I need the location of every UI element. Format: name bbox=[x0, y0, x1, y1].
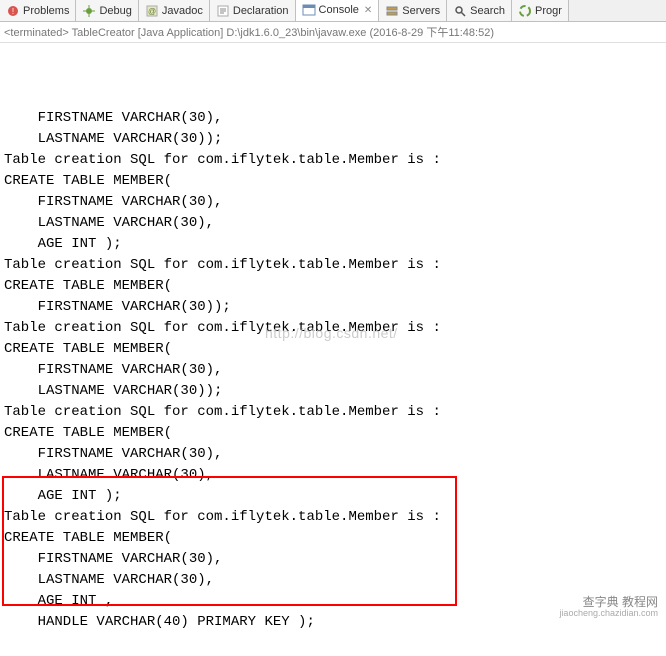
console-line: LASTNAME VARCHAR(30)); bbox=[0, 129, 666, 150]
console-line: Table creation SQL for com.iflytek.table… bbox=[0, 507, 666, 528]
tab-servers[interactable]: Servers bbox=[379, 0, 447, 22]
console-line: LASTNAME VARCHAR(30)); bbox=[0, 381, 666, 402]
console-line: CREATE TABLE MEMBER( bbox=[0, 171, 666, 192]
svg-text:@: @ bbox=[148, 7, 156, 16]
javadoc-icon: @ bbox=[145, 4, 159, 18]
console-line: FIRSTNAME VARCHAR(30), bbox=[0, 549, 666, 570]
tab-console[interactable]: Console ✕ bbox=[296, 0, 380, 22]
declaration-icon bbox=[216, 4, 230, 18]
servers-icon bbox=[385, 4, 399, 18]
tab-label: Console bbox=[319, 4, 359, 16]
console-line: FIRSTNAME VARCHAR(30), bbox=[0, 444, 666, 465]
progress-icon bbox=[518, 4, 532, 18]
console-line: AGE INT ); bbox=[0, 234, 666, 255]
tab-declaration[interactable]: Declaration bbox=[210, 0, 296, 22]
debug-icon bbox=[82, 4, 96, 18]
tab-label: Debug bbox=[99, 5, 131, 17]
close-icon[interactable]: ✕ bbox=[364, 5, 372, 16]
console-line: LASTNAME VARCHAR(30), bbox=[0, 465, 666, 486]
console-line: CREATE TABLE MEMBER( bbox=[0, 339, 666, 360]
view-tab-bar: ! Problems Debug @ Javadoc Declaration Console… bbox=[0, 0, 666, 22]
tab-label: Declaration bbox=[233, 5, 289, 17]
tab-javadoc[interactable]: @ Javadoc bbox=[139, 0, 210, 22]
tab-problems[interactable]: ! Problems bbox=[0, 0, 76, 22]
footer-watermark: 查字典 教程网 jiaocheng.chazidian.com bbox=[559, 596, 658, 619]
console-line: FIRSTNAME VARCHAR(30)); bbox=[0, 297, 666, 318]
problems-icon: ! bbox=[6, 4, 20, 18]
console-line: LASTNAME VARCHAR(30), bbox=[0, 213, 666, 234]
tab-label: Progr bbox=[535, 5, 562, 17]
tab-progr[interactable]: Progr bbox=[512, 0, 569, 22]
tab-label: Search bbox=[470, 5, 505, 17]
console-line: Table creation SQL for com.iflytek.table… bbox=[0, 318, 666, 339]
console-line: Table creation SQL for com.iflytek.table… bbox=[0, 255, 666, 276]
search-icon bbox=[453, 4, 467, 18]
console-output: http://blog.csdn.net/ FIRSTNAME VARCHAR(… bbox=[0, 43, 666, 656]
console-status-line: <terminated> TableCreator [Java Applicat… bbox=[0, 22, 666, 43]
tab-label: Javadoc bbox=[162, 5, 203, 17]
tab-search[interactable]: Search bbox=[447, 0, 512, 22]
console-line: AGE INT ); bbox=[0, 486, 666, 507]
console-line: FIRSTNAME VARCHAR(30), bbox=[0, 192, 666, 213]
console-line: CREATE TABLE MEMBER( bbox=[0, 276, 666, 297]
console-line: CREATE TABLE MEMBER( bbox=[0, 528, 666, 549]
tab-debug[interactable]: Debug bbox=[76, 0, 138, 22]
console-line: LASTNAME VARCHAR(30), bbox=[0, 570, 666, 591]
console-line: FIRSTNAME VARCHAR(30), bbox=[0, 108, 666, 129]
console-line: Table creation SQL for com.iflytek.table… bbox=[0, 402, 666, 423]
console-icon bbox=[302, 3, 316, 17]
tab-label: Servers bbox=[402, 5, 440, 17]
tab-label: Problems bbox=[23, 5, 69, 17]
console-line: FIRSTNAME VARCHAR(30), bbox=[0, 360, 666, 381]
console-line: Table creation SQL for com.iflytek.table… bbox=[0, 150, 666, 171]
console-line: CREATE TABLE MEMBER( bbox=[0, 423, 666, 444]
svg-text:!: ! bbox=[12, 7, 14, 16]
